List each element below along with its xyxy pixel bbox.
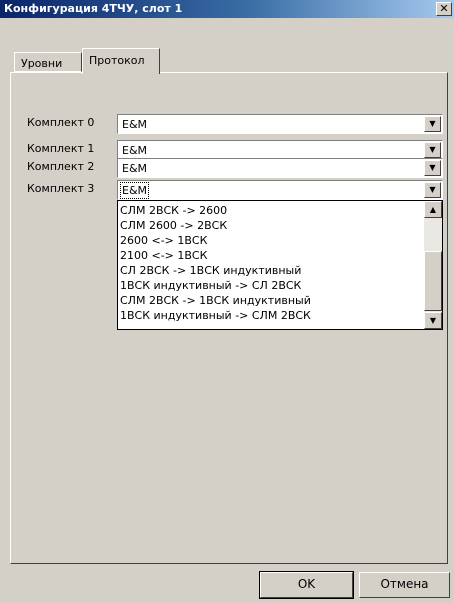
set-3-dropdown-list[interactable]: СЛМ 2ВСК -> 2600 СЛМ 2600 -> 2ВСК 2600 <… <box>117 200 443 330</box>
set-1-label: Комплект 1 <box>27 142 95 155</box>
set-3-label: Комплект 3 <box>27 182 95 195</box>
dropdown-option[interactable]: 1ВСК индуктивный -> СЛМ 2ВСК <box>120 308 311 323</box>
set-1-select[interactable]: E&M ▼ <box>117 140 443 160</box>
set-2-value: E&M <box>122 162 148 175</box>
chevron-down-icon[interactable]: ▼ <box>424 116 441 132</box>
dropdown-option[interactable]: 1ВСК индуктивный -> СЛ 2ВСК <box>120 278 301 293</box>
chevron-down-icon[interactable]: ▼ <box>424 182 441 198</box>
set-2-select[interactable]: E&M ▼ <box>117 158 443 178</box>
cancel-button[interactable]: Отмена <box>359 572 450 598</box>
set-3-value: E&M <box>119 182 150 199</box>
chevron-down-icon[interactable]: ▼ <box>424 142 441 158</box>
scroll-thumb[interactable] <box>424 251 442 311</box>
ok-button[interactable]: OK <box>259 571 354 599</box>
window-title: Конфигурация 4ТЧУ, слот 1 <box>4 2 183 15</box>
close-icon[interactable]: ✕ <box>436 2 452 16</box>
set-0-value: E&M <box>122 118 148 131</box>
scroll-up-icon[interactable]: ▲ <box>424 201 442 218</box>
dropdown-option[interactable]: СЛМ 2ВСК -> 1ВСК индуктивный <box>120 293 311 308</box>
dropdown-option[interactable]: СЛМ 2600 -> 2ВСК <box>120 218 227 233</box>
set-3-select[interactable]: E&M ▼ <box>117 180 443 200</box>
chevron-down-icon[interactable]: ▼ <box>424 160 441 176</box>
scroll-down-icon[interactable]: ▼ <box>424 312 442 329</box>
dropdown-option[interactable]: СЛ 2ВСК -> 1ВСК индуктивный <box>120 263 301 278</box>
dropdown-option[interactable]: 2100 <-> 1ВСК <box>120 248 207 263</box>
set-2-label: Комплект 2 <box>27 160 95 173</box>
set-1-value: E&M <box>122 144 148 157</box>
dropdown-scrollbar[interactable]: ▲ ▼ <box>424 201 442 329</box>
dialog-window: Конфигурация 4ТЧУ, слот 1 ✕ Уровни Прото… <box>0 0 454 603</box>
set-0-label: Комплект 0 <box>27 116 95 129</box>
set-0-select[interactable]: E&M ▼ <box>117 114 443 134</box>
tab-protocol[interactable]: Протокол <box>82 48 160 74</box>
title-bar[interactable]: Конфигурация 4ТЧУ, слот 1 ✕ <box>0 0 454 18</box>
dropdown-option[interactable]: 2600 <-> 1ВСК <box>120 233 207 248</box>
dropdown-option[interactable]: СЛМ 2ВСК -> 2600 <box>120 203 227 218</box>
tab-levels[interactable]: Уровни <box>14 52 82 72</box>
